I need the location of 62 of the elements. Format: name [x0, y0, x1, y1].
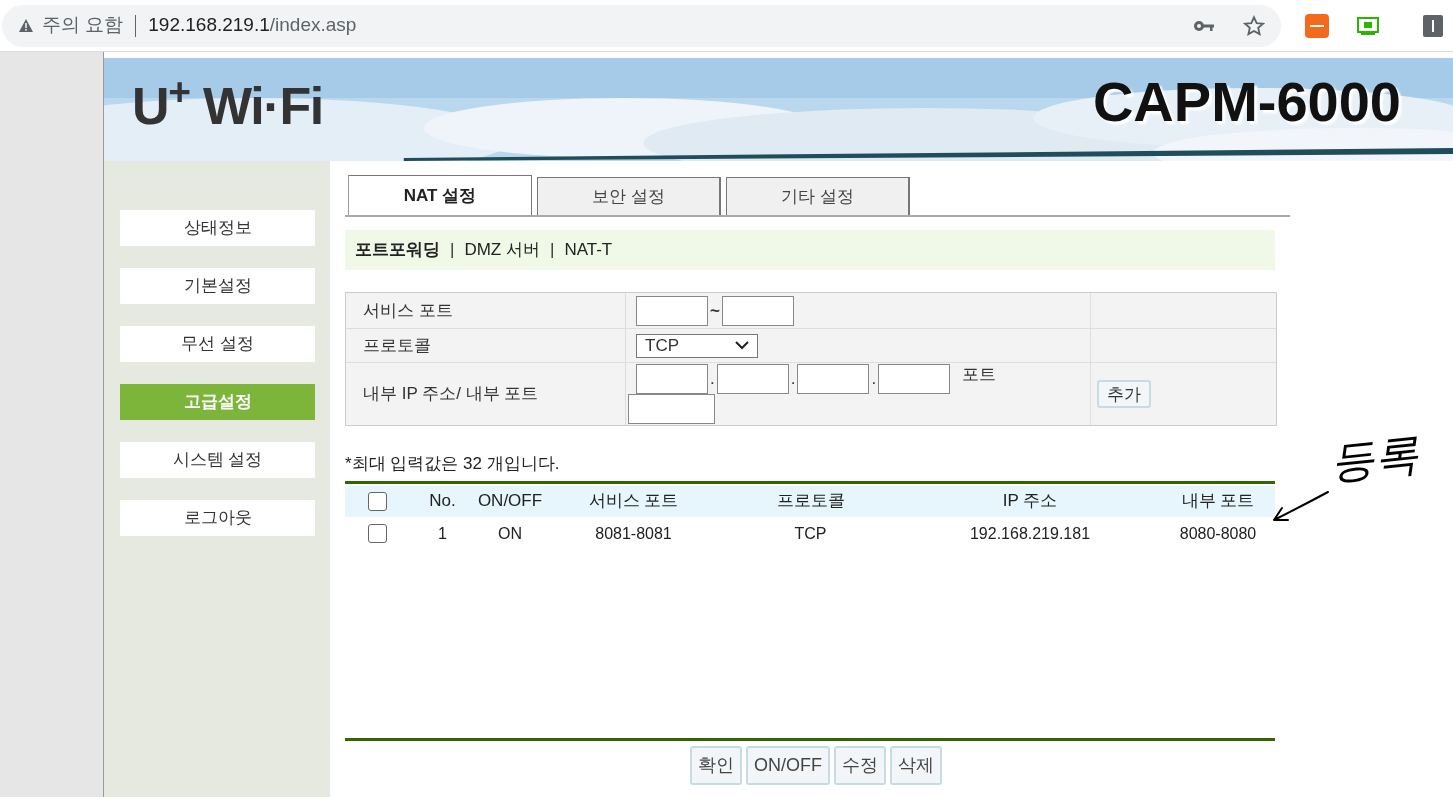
action-button[interactable]: 삭제: [890, 746, 942, 785]
table-cell-text: 8080-8080: [1178, 523, 1258, 544]
field-label: 서비스 포트: [346, 293, 626, 328]
logo-text: U$^{+}$ Wi·Fi: [132, 80, 323, 132]
subnav-link[interactable]: 포트포워딩: [355, 237, 440, 263]
sidebar-item[interactable]: 시스템 설정: [120, 442, 315, 478]
address-bar[interactable]: 주의 요함 192.168.219.1/index.asp: [2, 4, 1281, 47]
handwritten-note: 등록: [1327, 431, 1421, 485]
extension-icon[interactable]: [1305, 13, 1329, 38]
field-label: 내부 IP 주소/ 내부 포트: [346, 363, 626, 425]
range-separator: ~: [710, 299, 720, 322]
sidebar-item[interactable]: 상태정보: [120, 210, 315, 246]
input-field[interactable]: [636, 295, 708, 326]
key-icon[interactable]: [1193, 19, 1215, 32]
table-cell-text: 1: [437, 523, 448, 544]
extension-icon[interactable]: [1357, 15, 1379, 36]
warning-icon: [18, 18, 34, 33]
url-text: 192.168.219.1/index.asp: [148, 13, 357, 38]
field-label: 프로토콜: [346, 329, 626, 362]
extension-icon[interactable]: [1423, 14, 1443, 37]
input-field[interactable]: [878, 364, 951, 394]
column-header: 내부 포트: [1180, 490, 1256, 513]
security-label: 주의 요함: [42, 13, 124, 38]
column-header: 서비스 포트: [587, 490, 680, 513]
checkbox[interactable]: [368, 524, 387, 543]
input-field[interactable]: [628, 394, 715, 424]
input-field[interactable]: [721, 295, 794, 326]
dot-separator: .: [790, 368, 796, 391]
tab[interactable]: 보안 설정: [537, 177, 721, 215]
action-button[interactable]: 확인: [690, 746, 742, 785]
action-button[interactable]: ON/OFF: [746, 746, 830, 785]
caret-icon: [735, 341, 749, 350]
input-field[interactable]: [797, 364, 870, 394]
tab[interactable]: 기타 설정: [726, 177, 910, 215]
dot-separator: .: [871, 368, 877, 391]
input-field[interactable]: [716, 364, 789, 394]
dot-separator: .: [710, 368, 715, 391]
table-cell-text: TCP: [793, 523, 828, 544]
table-cell-text: ON: [497, 523, 523, 544]
input-field[interactable]: [636, 364, 708, 394]
column-header: ON/OFF: [476, 490, 544, 513]
star-icon[interactable]: [1243, 14, 1265, 37]
column-header: IP 주소: [1001, 490, 1059, 513]
add-button[interactable]: 추가: [1097, 380, 1151, 408]
protocol-dropdown[interactable]: TCP: [636, 333, 758, 358]
column-header: 프로토콜: [775, 490, 846, 513]
checkbox[interactable]: [368, 491, 387, 511]
subnav-link[interactable]: NAT-T: [564, 237, 613, 263]
table-cell-text: 192.168.219.181: [968, 523, 1092, 544]
note-text: *최대 입력값은 32 개입니다.: [345, 453, 560, 475]
table-cell-text: 8081-8081: [594, 523, 673, 544]
sidebar-item[interactable]: 로그아웃: [120, 500, 315, 536]
sidebar-item[interactable]: 기본설정: [120, 268, 315, 304]
port-label: 포트: [962, 364, 997, 387]
sidebar-item[interactable]: 무선 설정: [120, 326, 315, 362]
action-button[interactable]: 수정: [834, 746, 886, 785]
column-header: No.: [428, 490, 457, 513]
tab[interactable]: NAT 설정: [348, 175, 532, 215]
subnav-link[interactable]: DMZ 서버: [464, 237, 540, 263]
separator-text: |: [450, 239, 455, 262]
separator-text: |: [549, 239, 555, 262]
model-name: CAPM-6000: [1092, 74, 1401, 130]
